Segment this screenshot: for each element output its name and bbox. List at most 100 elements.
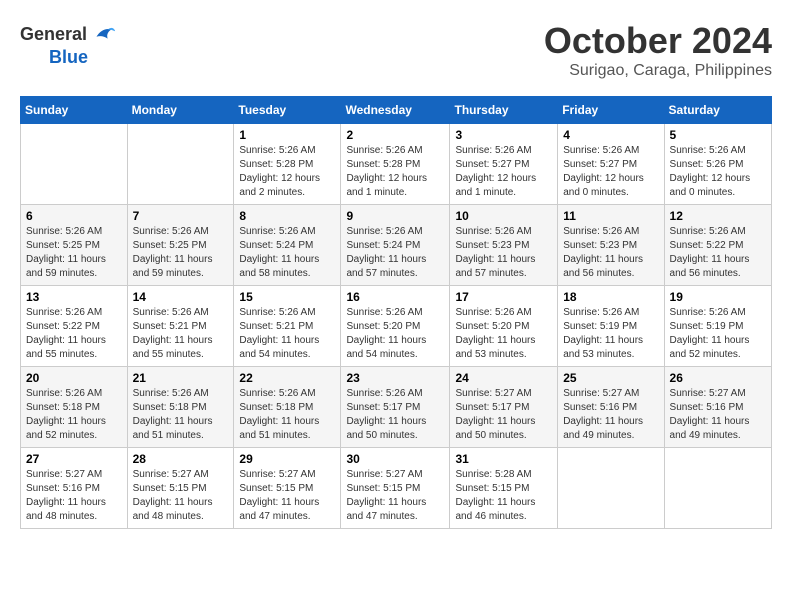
day-detail: Sunrise: 5:27 AM Sunset: 5:16 PM Dayligh… [670,387,766,443]
calendar-day-header: Monday [127,97,234,124]
day-number: 7 [133,209,229,223]
day-detail: Sunrise: 5:26 AM Sunset: 5:21 PM Dayligh… [133,306,229,362]
day-number: 4 [563,128,658,142]
day-detail: Sunrise: 5:26 AM Sunset: 5:18 PM Dayligh… [133,387,229,443]
calendar-cell: 29Sunrise: 5:27 AM Sunset: 5:15 PM Dayli… [234,448,341,529]
day-number: 23 [346,371,444,385]
day-number: 10 [455,209,552,223]
calendar-cell: 1 Sunrise: 5:26 AM Sunset: 5:28 PM Daylig… [234,124,341,205]
calendar-cell: 25 Sunrise: 5:27 AM Sunset: 5:16 PM Dayli… [558,367,664,448]
calendar-cell: 27Sunrise: 5:27 AM Sunset: 5:16 PM Dayli… [21,448,128,529]
calendar-cell: 2 Sunrise: 5:26 AM Sunset: 5:28 PM Daylig… [341,124,450,205]
day-number: 27 [26,452,122,466]
day-detail: Sunrise: 5:28 AM Sunset: 5:15 PM Dayligh… [455,468,552,524]
calendar-cell: 24 Sunrise: 5:27 AM Sunset: 5:17 PM Dayli… [450,367,558,448]
calendar-cell [21,124,128,205]
day-detail: Sunrise: 5:26 AM Sunset: 5:19 PM Dayligh… [563,306,658,362]
logo-blue: Blue [49,48,88,66]
day-number: 2 [346,128,444,142]
day-detail: Sunrise: 5:27 AM Sunset: 5:17 PM Dayligh… [455,387,552,443]
calendar-week-row: 13 Sunrise: 5:26 AM Sunset: 5:22 PM Dayli… [21,286,772,367]
calendar-cell: 28Sunrise: 5:27 AM Sunset: 5:15 PM Dayli… [127,448,234,529]
calendar-cell: 23 Sunrise: 5:26 AM Sunset: 5:17 PM Dayli… [341,367,450,448]
calendar-cell: 19Sunrise: 5:26 AM Sunset: 5:19 PM Dayli… [664,286,771,367]
day-detail: Sunrise: 5:26 AM Sunset: 5:28 PM Dayligh… [239,144,335,200]
day-detail: Sunrise: 5:26 AM Sunset: 5:25 PM Dayligh… [26,225,122,281]
calendar-header-row: SundayMondayTuesdayWednesdayThursdayFrid… [21,97,772,124]
day-detail: Sunrise: 5:26 AM Sunset: 5:23 PM Dayligh… [563,225,658,281]
day-detail: Sunrise: 5:27 AM Sunset: 5:16 PM Dayligh… [563,387,658,443]
day-number: 1 [239,128,335,142]
calendar-cell: 10Sunrise: 5:26 AM Sunset: 5:23 PM Dayli… [450,205,558,286]
day-number: 24 [455,371,552,385]
day-detail: Sunrise: 5:26 AM Sunset: 5:24 PM Dayligh… [239,225,335,281]
day-number: 29 [239,452,335,466]
day-detail: Sunrise: 5:26 AM Sunset: 5:20 PM Dayligh… [455,306,552,362]
day-number: 20 [26,371,122,385]
logo: General Blue [20,20,117,66]
calendar-day-header: Saturday [664,97,771,124]
logo-bird-icon [89,20,117,48]
day-number: 16 [346,290,444,304]
day-number: 13 [26,290,122,304]
day-detail: Sunrise: 5:26 AM Sunset: 5:21 PM Dayligh… [239,306,335,362]
calendar-day-header: Sunday [21,97,128,124]
calendar-week-row: 1 Sunrise: 5:26 AM Sunset: 5:28 PM Daylig… [21,124,772,205]
day-number: 25 [563,371,658,385]
month-year-title: October 2024 [544,20,772,62]
day-number: 15 [239,290,335,304]
calendar-cell: 26 Sunrise: 5:27 AM Sunset: 5:16 PM Dayli… [664,367,771,448]
calendar-cell: 5 Sunrise: 5:26 AM Sunset: 5:26 PM Daylig… [664,124,771,205]
day-number: 12 [670,209,766,223]
page-header: General Blue October 2024 Surigao, Carag… [20,20,772,80]
day-number: 3 [455,128,552,142]
day-number: 9 [346,209,444,223]
day-detail: Sunrise: 5:26 AM Sunset: 5:27 PM Dayligh… [455,144,552,200]
day-detail: Sunrise: 5:27 AM Sunset: 5:15 PM Dayligh… [346,468,444,524]
calendar-cell: 15 Sunrise: 5:26 AM Sunset: 5:21 PM Dayli… [234,286,341,367]
day-detail: Sunrise: 5:26 AM Sunset: 5:18 PM Dayligh… [239,387,335,443]
calendar-cell [664,448,771,529]
day-detail: Sunrise: 5:26 AM Sunset: 5:26 PM Dayligh… [670,144,766,200]
calendar-day-header: Tuesday [234,97,341,124]
day-number: 6 [26,209,122,223]
day-number: 5 [670,128,766,142]
calendar-day-header: Wednesday [341,97,450,124]
calendar-cell: 21Sunrise: 5:26 AM Sunset: 5:18 PM Dayli… [127,367,234,448]
day-number: 11 [563,209,658,223]
calendar-cell: 9 Sunrise: 5:26 AM Sunset: 5:24 PM Daylig… [341,205,450,286]
day-detail: Sunrise: 5:26 AM Sunset: 5:20 PM Dayligh… [346,306,444,362]
day-detail: Sunrise: 5:26 AM Sunset: 5:17 PM Dayligh… [346,387,444,443]
day-detail: Sunrise: 5:27 AM Sunset: 5:15 PM Dayligh… [133,468,229,524]
location-subtitle: Surigao, Caraga, Philippines [544,62,772,80]
calendar-cell: 6 Sunrise: 5:26 AM Sunset: 5:25 PM Daylig… [21,205,128,286]
calendar-cell: 30Sunrise: 5:27 AM Sunset: 5:15 PM Dayli… [341,448,450,529]
day-number: 17 [455,290,552,304]
day-detail: Sunrise: 5:26 AM Sunset: 5:22 PM Dayligh… [26,306,122,362]
day-detail: Sunrise: 5:26 AM Sunset: 5:28 PM Dayligh… [346,144,444,200]
calendar-cell: 16 Sunrise: 5:26 AM Sunset: 5:20 PM Dayli… [341,286,450,367]
calendar-cell: 18 Sunrise: 5:26 AM Sunset: 5:19 PM Dayli… [558,286,664,367]
calendar-cell: 31 Sunrise: 5:28 AM Sunset: 5:15 PM Dayli… [450,448,558,529]
calendar-day-header: Thursday [450,97,558,124]
calendar-cell: 14 Sunrise: 5:26 AM Sunset: 5:21 PM Dayli… [127,286,234,367]
day-number: 14 [133,290,229,304]
calendar-cell: 4Sunrise: 5:26 AM Sunset: 5:27 PM Daylig… [558,124,664,205]
day-detail: Sunrise: 5:26 AM Sunset: 5:24 PM Dayligh… [346,225,444,281]
calendar-cell: 22 Sunrise: 5:26 AM Sunset: 5:18 PM Dayli… [234,367,341,448]
day-number: 22 [239,371,335,385]
calendar-cell [127,124,234,205]
calendar-cell: 7Sunrise: 5:26 AM Sunset: 5:25 PM Daylig… [127,205,234,286]
calendar-cell: 11 Sunrise: 5:26 AM Sunset: 5:23 PM Dayli… [558,205,664,286]
day-number: 18 [563,290,658,304]
day-number: 26 [670,371,766,385]
calendar-week-row: 6 Sunrise: 5:26 AM Sunset: 5:25 PM Daylig… [21,205,772,286]
day-number: 31 [455,452,552,466]
day-detail: Sunrise: 5:26 AM Sunset: 5:18 PM Dayligh… [26,387,122,443]
calendar-cell: 8 Sunrise: 5:26 AM Sunset: 5:24 PM Daylig… [234,205,341,286]
calendar-table: SundayMondayTuesdayWednesdayThursdayFrid… [20,96,772,529]
day-detail: Sunrise: 5:26 AM Sunset: 5:22 PM Dayligh… [670,225,766,281]
logo-general: General [20,25,87,43]
day-number: 8 [239,209,335,223]
calendar-cell: 3 Sunrise: 5:26 AM Sunset: 5:27 PM Daylig… [450,124,558,205]
